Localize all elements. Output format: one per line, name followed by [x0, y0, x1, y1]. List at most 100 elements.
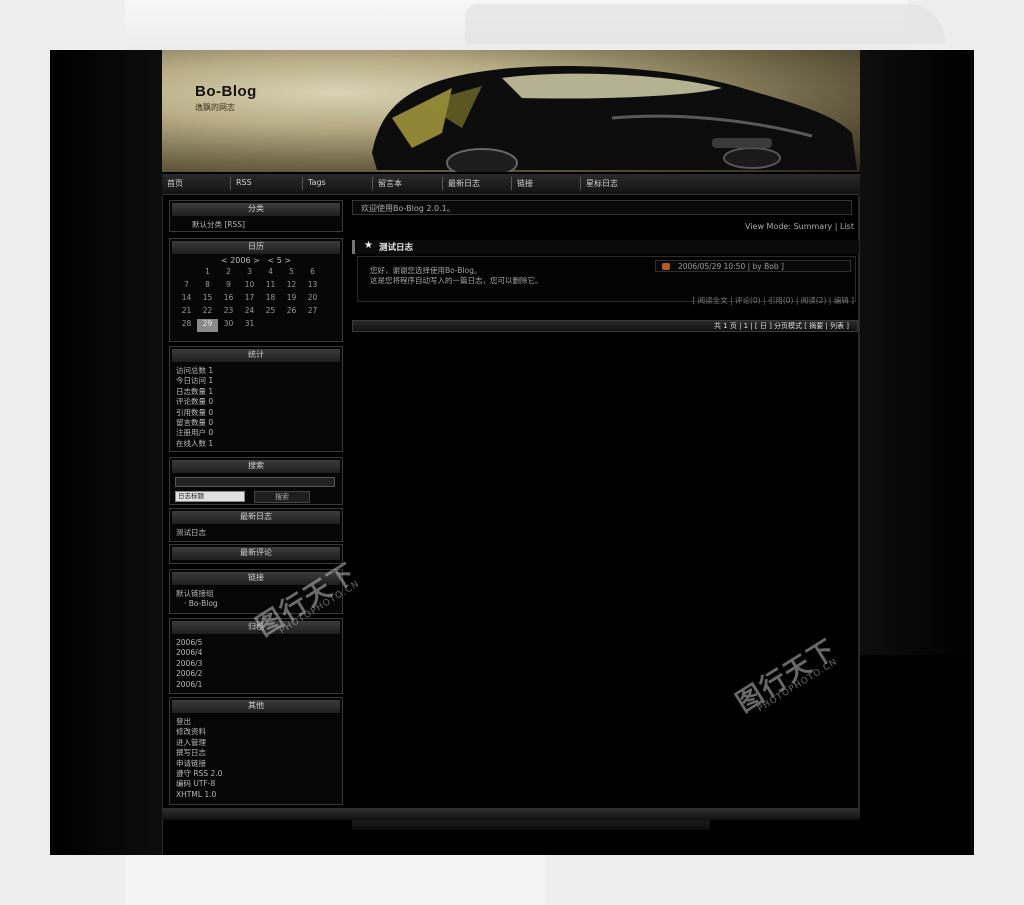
blog-logo-title[interactable]: Bo-Blog	[195, 83, 257, 100]
calendar-day[interactable]: 3	[239, 267, 260, 280]
panel-calendar: 日历 < 2006 > < 5 > 1 2 3 4 5 6 7 8 9 10 11 12 13 14 15 1…	[169, 238, 343, 342]
calendar-day[interactable]: 1	[197, 267, 218, 280]
calendar-day	[176, 267, 197, 280]
search-type-select[interactable]: 日志标题	[175, 491, 245, 502]
post-footer-links[interactable]: [ 阅读全文 | 评论(0) | 引用(0) | 阅读(2) | 编辑 ]	[692, 295, 854, 306]
calendar-day[interactable]: 23	[218, 306, 239, 319]
calendar-day[interactable]: 30	[218, 319, 239, 332]
ghost-car-image	[465, 4, 945, 44]
calendar-day[interactable]: 5	[281, 267, 302, 280]
other-item[interactable]: 申请链接	[176, 759, 336, 769]
other-item[interactable]: 登出	[176, 717, 336, 727]
other-list: 登出 修改资料 进入管理 撰写日志 申请链接 遵守 RSS 2.0 编码 UTF-8 XHTM…	[170, 715, 342, 802]
nav-item-links[interactable]: 链接	[517, 178, 533, 189]
archive-item[interactable]: 2006/3	[176, 659, 336, 669]
calendar-day[interactable]: 14	[176, 293, 197, 306]
calendar-day[interactable]: 31	[239, 319, 260, 332]
panel-other: 其他 登出 修改资料 进入管理 撰写日志 申请链接 遵守 RSS 2.0 编码 UTF-8 X…	[169, 697, 343, 805]
stats-item: 日志数量 1	[176, 386, 214, 396]
calendar-grid: 1 2 3 4 5 6 7 8 9 10 11 12 13 14 15 16 17 18 19 20 21 22 23 24 2…	[176, 267, 342, 332]
calendar-day[interactable]: 24	[239, 306, 260, 319]
archive-item[interactable]: 2006/2	[176, 669, 336, 679]
post-title[interactable]: 测试日志	[379, 241, 413, 253]
calendar-day	[281, 319, 302, 332]
archive-item[interactable]: 2006/5	[176, 638, 336, 648]
calendar-day[interactable]: 10	[239, 280, 260, 293]
panel-category: 分类 默认分类 [RSS]	[169, 200, 343, 232]
nav-item-guestbook[interactable]: 留言本	[378, 178, 402, 189]
other-item[interactable]: 编码 UTF-8	[176, 779, 336, 789]
calendar-day[interactable]: 18	[260, 293, 281, 306]
ghost-header-reflection	[125, 0, 945, 50]
nav-separator	[230, 177, 231, 190]
search-button[interactable]: 搜索	[254, 491, 310, 503]
panel-search: 搜索 日志标题 搜索	[169, 457, 343, 505]
calendar-day[interactable]: 21	[176, 306, 197, 319]
post-date: 2006/05/29 10:50 | by Bob ]	[655, 260, 851, 272]
nav-separator	[442, 177, 443, 190]
panel-title: 分类	[172, 203, 340, 216]
calendar-day[interactable]: 9	[218, 280, 239, 293]
stats-item: 今日访问 1	[176, 376, 214, 386]
nav-item-latest[interactable]: 最新日志	[448, 178, 480, 189]
other-item[interactable]: 撰写日志	[176, 748, 336, 758]
panel-latest-posts: 最新日志 测试日志	[169, 508, 343, 542]
calendar-day[interactable]: 6	[302, 267, 323, 280]
nav-separator	[372, 177, 373, 190]
calendar-day[interactable]: 16	[218, 293, 239, 306]
calendar-year-nav[interactable]: < 2006 >	[221, 256, 260, 265]
calendar-day[interactable]: 15	[197, 293, 218, 306]
other-item[interactable]: XHTML 1.0	[176, 790, 336, 800]
calendar-day[interactable]: 13	[302, 280, 323, 293]
left-shade	[50, 50, 162, 855]
car-banner-image	[372, 66, 857, 172]
calendar-day[interactable]: 27	[302, 306, 323, 319]
calendar-day[interactable]: 17	[239, 293, 260, 306]
nav-separator	[580, 177, 581, 190]
calendar-day[interactable]: 4	[260, 267, 281, 280]
nav-item-tags[interactable]: Tags	[308, 178, 326, 187]
top-navigation: 首页 RSS Tags 留言本 最新日志 链接 星标日志	[162, 174, 860, 195]
calendar-day[interactable]: 22	[197, 306, 218, 319]
calendar-day[interactable]: 12	[281, 280, 302, 293]
link-item-label[interactable]: Bo-Blog	[189, 599, 218, 608]
archive-item[interactable]: 2006/1	[176, 680, 336, 690]
calendar-month-nav[interactable]: < 5 >	[267, 256, 291, 265]
calendar-day[interactable]: 25	[260, 306, 281, 319]
calendar-day[interactable]: 28	[176, 319, 197, 332]
category-item[interactable]: 默认分类 [RSS]	[170, 218, 342, 232]
post-date-text: 2006/05/29 10:50 | by Bob ]	[678, 262, 784, 271]
calendar-day[interactable]: 19	[281, 293, 302, 306]
stats-item: 评论数量 0	[176, 397, 214, 407]
calendar-day[interactable]: 11	[260, 280, 281, 293]
page-left-border	[162, 196, 163, 855]
panel-title: 搜索	[172, 460, 340, 473]
other-item[interactable]: 修改资料	[176, 727, 336, 737]
view-mode-switch[interactable]: View Mode: Summary | List	[745, 222, 854, 231]
calendar-day[interactable]: 2	[218, 267, 239, 280]
announcement-bar: 欢迎使用Bo-Blog 2.0.1。	[352, 200, 852, 215]
nav-item-starred[interactable]: 星标日志	[586, 178, 618, 189]
other-item[interactable]: 进入管理	[176, 738, 336, 748]
post-text-line: 这是您将程序自动写入的一篇日志，您可以删除它。	[370, 276, 543, 285]
blog-header: Bo-Blog 逸飘的网志	[162, 50, 860, 172]
nav-separator	[511, 177, 512, 190]
calendar-day[interactable]: 29	[197, 319, 218, 332]
ghost-footer-reflection	[125, 855, 545, 905]
pagination-bar: 共 1 页 | 1 | [ 日 ] 分页模式 [ 摘要 | 列表 ]	[352, 320, 858, 332]
stats-item: 注册用户 0	[176, 428, 214, 438]
nav-item-rss[interactable]: RSS	[236, 178, 252, 187]
other-item[interactable]: 遵守 RSS 2.0	[176, 769, 336, 779]
calendar-day[interactable]: 7	[176, 280, 197, 293]
calendar-day[interactable]: 20	[302, 293, 323, 306]
archive-item[interactable]: 2006/4	[176, 648, 336, 658]
nav-item-home[interactable]: 首页	[167, 178, 183, 189]
footer-bar	[162, 808, 860, 820]
search-input[interactable]	[175, 477, 335, 487]
calendar-nav: < 2006 > < 5 >	[170, 256, 342, 265]
calendar-day[interactable]: 26	[281, 306, 302, 319]
calendar-day[interactable]: 8	[197, 280, 218, 293]
footer-bar-inner	[352, 820, 710, 830]
latest-post-item[interactable]: 测试日志	[170, 526, 342, 540]
pagination-controls[interactable]: 共 1 页 | 1 | [ 日 ] 分页模式 [ 摘要 | 列表 ]	[714, 321, 849, 331]
